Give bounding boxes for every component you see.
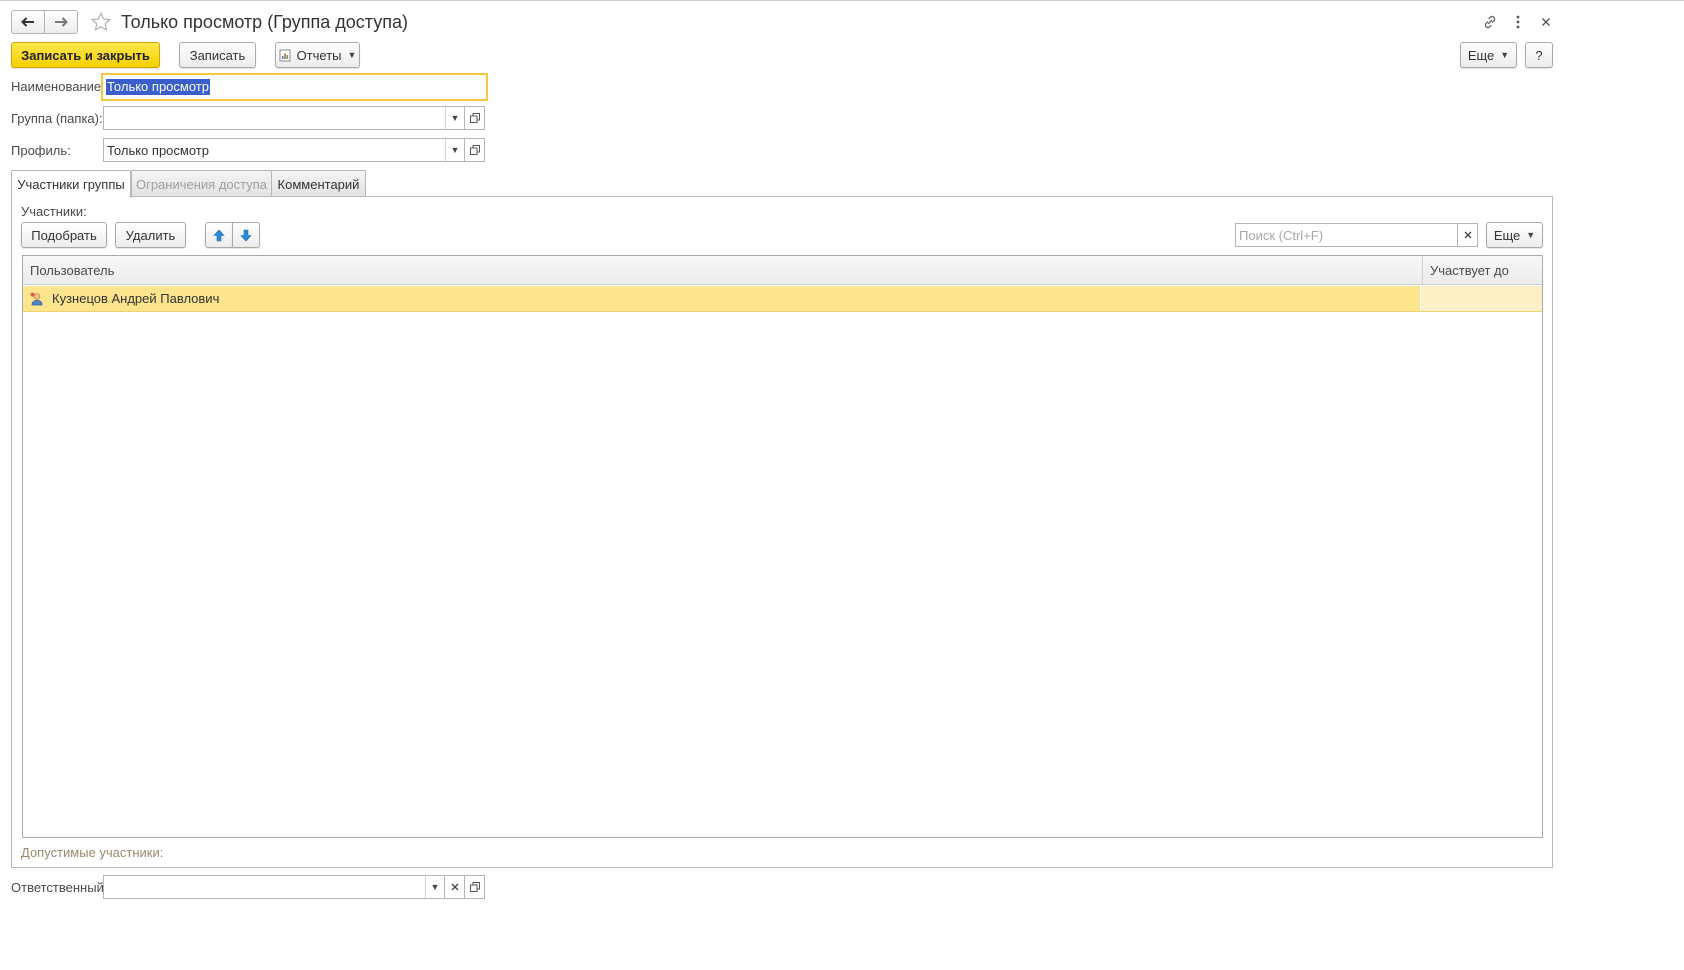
reports-label: Отчеты — [296, 47, 342, 63]
reports-button[interactable]: Отчеты ▼ — [275, 42, 360, 68]
report-icon — [279, 49, 291, 61]
name-input-value: Только просмотр — [106, 79, 210, 95]
responsible-label: Ответственный: — [11, 880, 108, 895]
group-open-button[interactable] — [465, 106, 485, 130]
profile-open-button[interactable] — [465, 138, 485, 162]
arrow-down-icon — [240, 229, 252, 241]
chevron-down-icon: ▼ — [347, 50, 357, 60]
table-row[interactable]: Кузнецов Андрей Павлович — [23, 286, 1542, 312]
pick-members-label: Подобрать — [31, 227, 97, 243]
link-icon — [1484, 15, 1496, 29]
close-icon — [451, 883, 458, 891]
chevron-down-icon: ▼ — [450, 145, 460, 155]
tab-access-restrictions: Ограничения доступа — [131, 170, 272, 197]
chevron-down-icon: ▼ — [450, 113, 460, 123]
tab-group-members[interactable]: Участники группы — [11, 170, 131, 198]
arrow-right-icon — [55, 17, 68, 27]
responsible-clear-button[interactable] — [445, 875, 465, 899]
table-header: Пользователь Участвует до — [23, 256, 1542, 285]
name-label: Наименование: — [11, 79, 105, 94]
arrow-up-icon — [213, 229, 225, 241]
members-section-label: Участники: — [21, 204, 87, 219]
search-clear-button[interactable] — [1458, 223, 1478, 247]
responsible-input[interactable]: ▼ — [103, 875, 445, 899]
open-window-icon — [469, 145, 480, 155]
save-and-close-label: Записать и закрыть — [21, 47, 150, 63]
move-up-button[interactable] — [205, 222, 233, 248]
tab-comment-label: Комментарий — [277, 176, 360, 192]
members-search-input[interactable] — [1236, 226, 1457, 244]
tab-group-members-label: Участники группы — [17, 177, 125, 192]
delete-member-label: Удалить — [125, 227, 176, 243]
open-window-icon — [469, 882, 480, 892]
allowed-members-label: Допустимые участники: — [21, 845, 164, 860]
tab-access-restrictions-label: Ограничения доступа — [135, 176, 268, 192]
chevron-down-icon: ▼ — [430, 882, 440, 892]
responsible-open-button[interactable] — [465, 875, 485, 899]
delete-member-button[interactable]: Удалить — [115, 222, 186, 248]
chevron-down-icon: ▼ — [1526, 230, 1536, 240]
open-window-icon — [469, 113, 480, 123]
help-label: ? — [1535, 47, 1543, 63]
pick-members-button[interactable]: Подобрать — [21, 222, 107, 248]
profile-input[interactable]: Только просмотр ▼ — [103, 138, 465, 162]
more-actions-label: Еще — [1467, 47, 1495, 63]
help-button[interactable]: ? — [1525, 42, 1553, 68]
user-icon — [30, 292, 43, 305]
members-more-button[interactable]: Еще ▼ — [1486, 222, 1543, 248]
profile-label: Профиль: — [11, 143, 71, 158]
cell-user-text: Кузнецов Андрей Павлович — [52, 291, 220, 306]
group-label: Группа (папка): — [11, 111, 103, 126]
close-button[interactable] — [1536, 12, 1556, 32]
members-more-label: Еще — [1493, 227, 1521, 243]
forward-button[interactable] — [44, 10, 78, 34]
vertical-dots-icon — [1516, 15, 1520, 29]
chevron-down-icon: ▼ — [1500, 50, 1510, 60]
link-button[interactable] — [1480, 12, 1500, 32]
menu-button[interactable] — [1508, 12, 1528, 32]
close-icon — [1542, 18, 1550, 26]
window-title: Только просмотр (Группа доступа) — [121, 11, 408, 32]
members-search-box — [1235, 223, 1458, 247]
cell-user[interactable]: Кузнецов Андрей Павлович — [23, 286, 1420, 311]
back-button[interactable] — [11, 10, 45, 34]
group-input[interactable]: ▼ — [103, 106, 465, 130]
name-input[interactable]: Только просмотр — [101, 73, 488, 101]
column-header-until[interactable]: Участвует до — [1422, 256, 1542, 285]
responsible-dropdown-button[interactable]: ▼ — [425, 876, 444, 898]
save-and-close-button[interactable]: Записать и закрыть — [11, 42, 160, 68]
favorite-button[interactable] — [89, 10, 113, 34]
tab-comment[interactable]: Комментарий — [271, 170, 366, 197]
cell-until[interactable] — [1420, 286, 1542, 311]
column-header-user[interactable]: Пользователь — [23, 256, 1422, 285]
more-actions-button[interactable]: Еще ▼ — [1460, 42, 1517, 68]
members-table[interactable]: Пользователь Участвует до Кузнецов Андре… — [22, 255, 1543, 838]
window-top-border — [0, 0, 1684, 3]
group-dropdown-button[interactable]: ▼ — [445, 107, 464, 129]
star-icon — [90, 11, 112, 32]
arrow-left-icon — [21, 17, 34, 27]
move-down-button[interactable] — [232, 222, 260, 248]
close-icon — [1464, 231, 1471, 239]
profile-dropdown-button[interactable]: ▼ — [445, 139, 464, 161]
profile-input-value: Только просмотр — [107, 142, 209, 158]
save-label: Записать — [189, 47, 246, 63]
save-button[interactable]: Записать — [179, 42, 256, 68]
